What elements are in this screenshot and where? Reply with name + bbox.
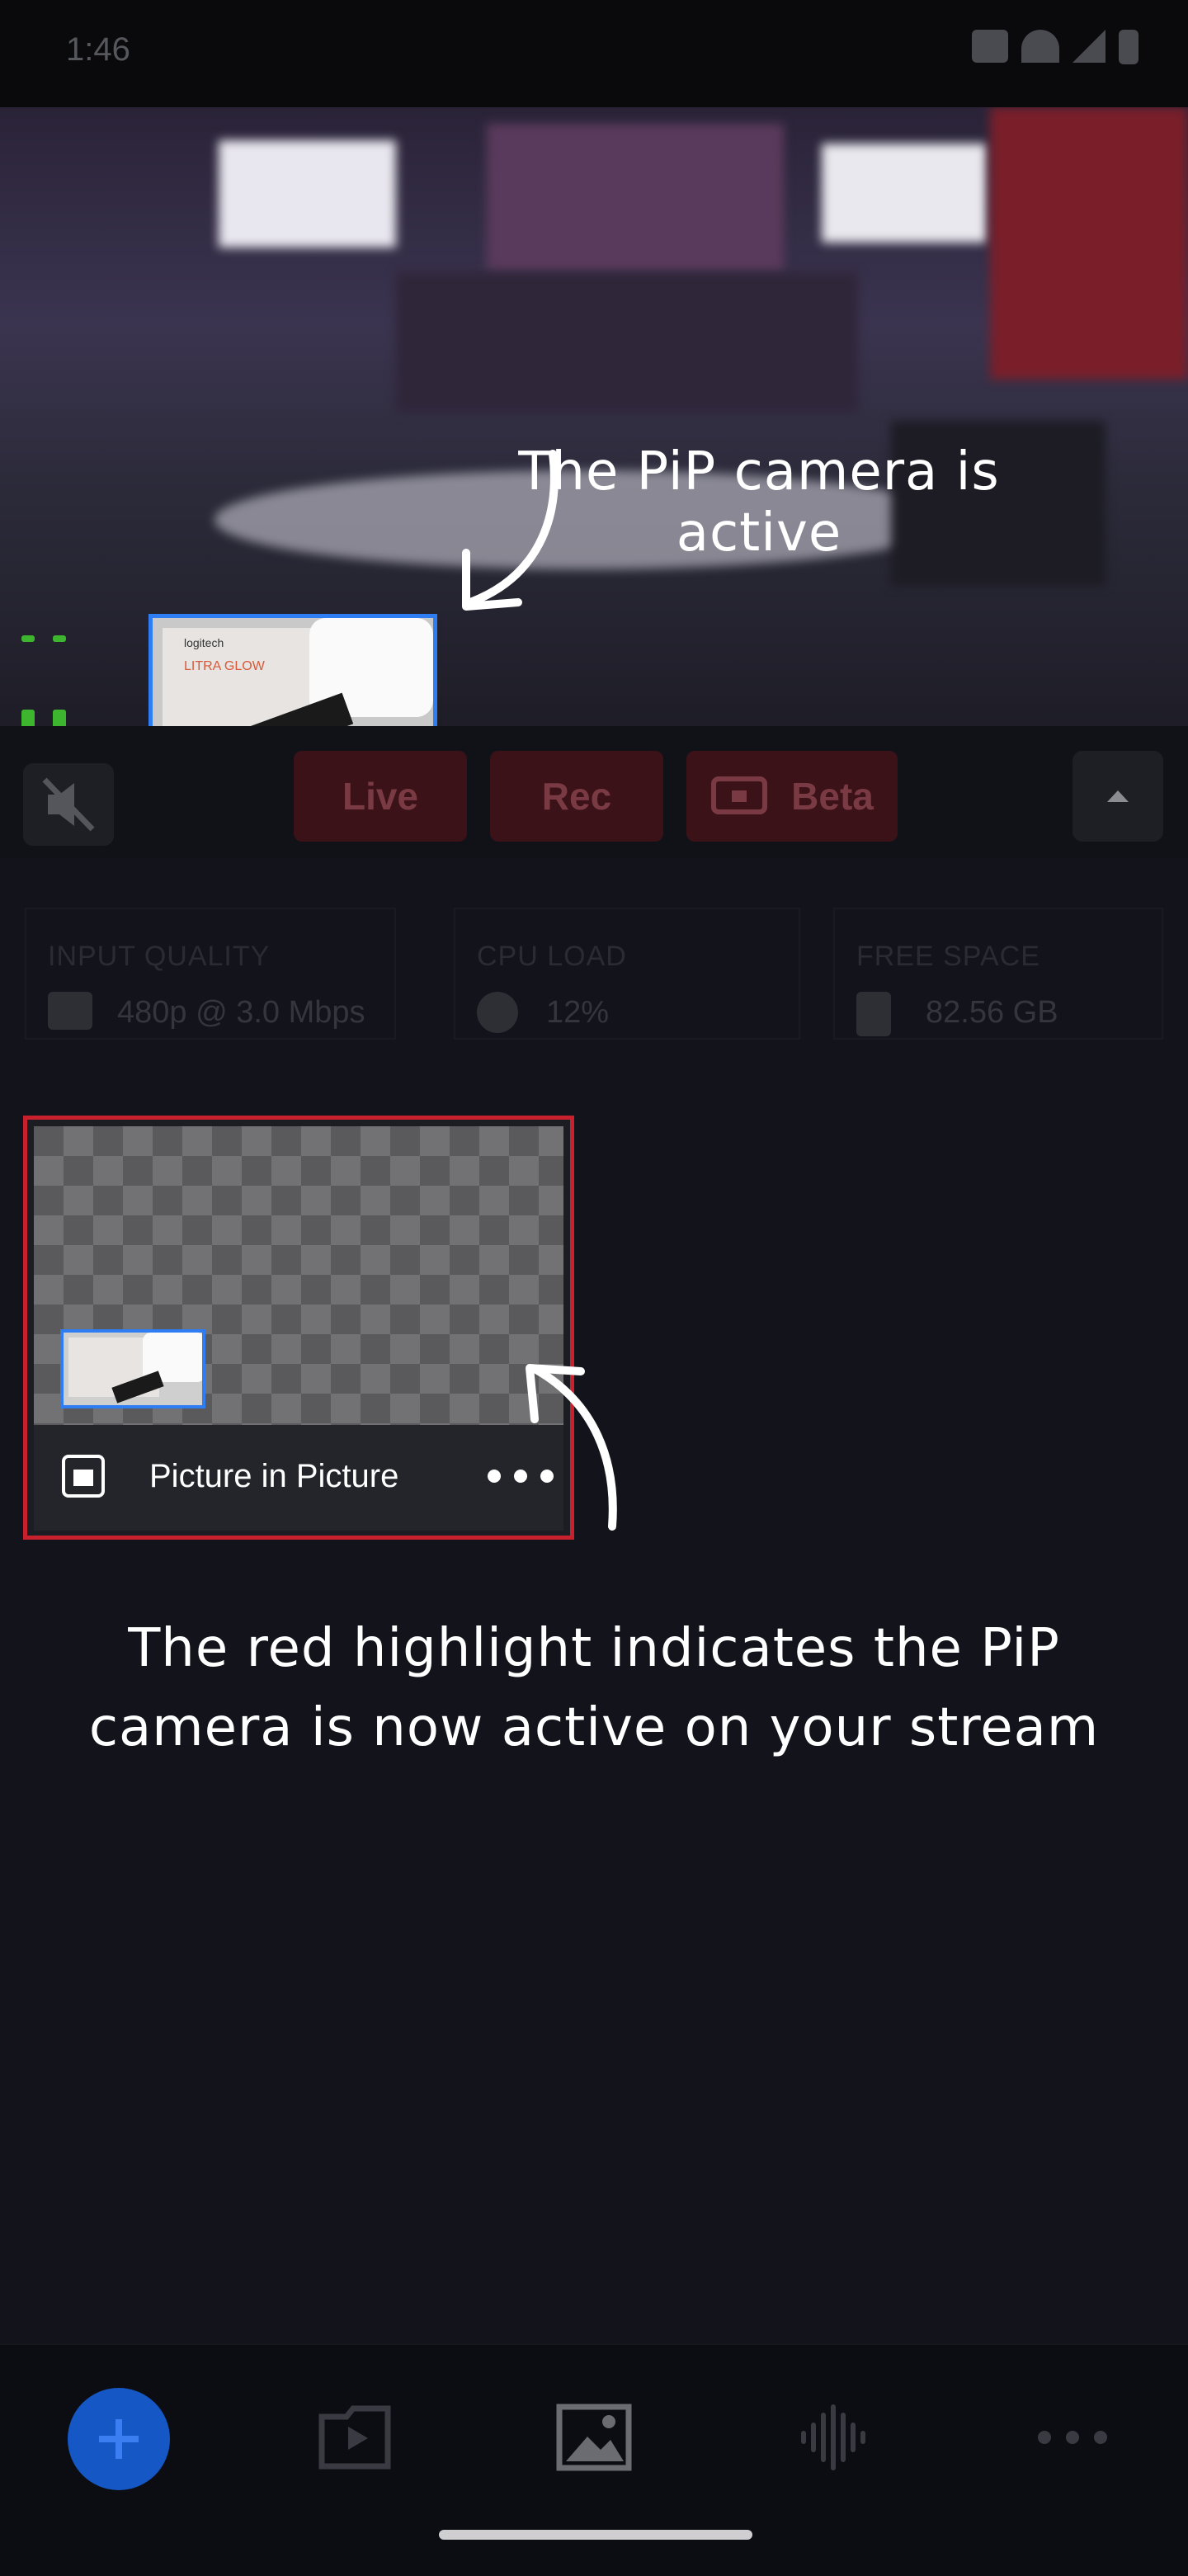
add-button[interactable] bbox=[68, 2388, 170, 2490]
pip-product-text: LITRA GLOW bbox=[184, 659, 265, 673]
stat-title: CPU LOAD bbox=[477, 941, 627, 972]
stat-title: INPUT QUALITY bbox=[48, 941, 271, 972]
live-button[interactable]: Live bbox=[294, 751, 467, 842]
stat-input-quality: INPUT QUALITY 480p @ 3.0 Mbps bbox=[25, 908, 396, 1040]
image-icon bbox=[556, 2404, 632, 2471]
speaker-muted-icon bbox=[42, 777, 95, 832]
stat-free-space: FREE SPACE 82.56 GB bbox=[833, 908, 1163, 1040]
beta-label: Beta bbox=[791, 775, 874, 818]
pip-camera-overlay[interactable]: logitech LITRA GLOW bbox=[148, 614, 437, 726]
expand-button[interactable] bbox=[1072, 751, 1163, 842]
dot-icon bbox=[488, 1470, 501, 1483]
softbox-light-left bbox=[219, 140, 396, 248]
screen-icon bbox=[711, 776, 768, 814]
pip-brand-text: logitech bbox=[184, 636, 224, 649]
stat-cpu-load: CPU LOAD 12% bbox=[454, 908, 800, 1040]
stat-title: FREE SPACE bbox=[856, 941, 1040, 972]
rec-button[interactable]: Rec bbox=[490, 751, 663, 842]
callout-arrow-icon bbox=[526, 1364, 617, 1531]
scenes-icon bbox=[318, 2405, 391, 2470]
picture-in-picture-icon bbox=[62, 1455, 105, 1498]
stat-value: 480p @ 3.0 Mbps bbox=[117, 995, 365, 1030]
audio-icon bbox=[801, 2404, 865, 2470]
callout-red-highlight: The red highlight indicates the PiP came… bbox=[88, 1618, 1100, 1758]
monitor bbox=[396, 272, 858, 413]
scene-preview bbox=[34, 1126, 563, 1425]
foam-panel bbox=[990, 107, 1188, 380]
control-row: Live Rec Beta bbox=[0, 726, 1188, 858]
status-time: 1:46 bbox=[66, 31, 130, 68]
sd-card-icon bbox=[856, 992, 891, 1036]
camera-icon bbox=[48, 992, 92, 1030]
stat-value: 82.56 GB bbox=[926, 995, 1058, 1030]
more-icon bbox=[1038, 2431, 1107, 2444]
home-indicator[interactable] bbox=[439, 2530, 752, 2540]
callout-arrow-icon bbox=[462, 450, 559, 611]
status-icons bbox=[972, 30, 1138, 64]
scene-label: Picture in Picture bbox=[149, 1458, 399, 1494]
battery-icon bbox=[1119, 30, 1138, 64]
mute-button[interactable] bbox=[23, 763, 114, 846]
wifi-icon bbox=[1021, 30, 1059, 63]
wall-art bbox=[487, 124, 784, 272]
scene-footer: Picture in Picture bbox=[34, 1425, 563, 1531]
nav-images[interactable] bbox=[544, 2388, 644, 2487]
bottom-nav bbox=[0, 2343, 1188, 2576]
softbox-light-right bbox=[822, 144, 987, 243]
stat-value: 12% bbox=[546, 995, 610, 1030]
nav-audio[interactable] bbox=[784, 2388, 883, 2487]
camera-preview[interactable]: logitech LITRA GLOW bbox=[0, 107, 1188, 726]
chevron-up-icon bbox=[1107, 790, 1129, 802]
signal-icon bbox=[1072, 30, 1106, 63]
cpu-icon bbox=[477, 992, 518, 1033]
stats-panel: INPUT QUALITY 480p @ 3.0 Mbps CPU LOAD 1… bbox=[25, 908, 1163, 1040]
scene-pip-thumbnail bbox=[60, 1329, 205, 1408]
status-bar: 1:46 bbox=[0, 0, 1188, 107]
beta-button[interactable]: Beta bbox=[686, 751, 898, 842]
scene-card-picture-in-picture[interactable]: Picture in Picture bbox=[23, 1116, 574, 1540]
nav-more[interactable] bbox=[1023, 2388, 1122, 2487]
nav-scenes[interactable] bbox=[305, 2388, 404, 2487]
briefcase-icon bbox=[972, 30, 1008, 63]
audio-meter bbox=[16, 503, 74, 726]
